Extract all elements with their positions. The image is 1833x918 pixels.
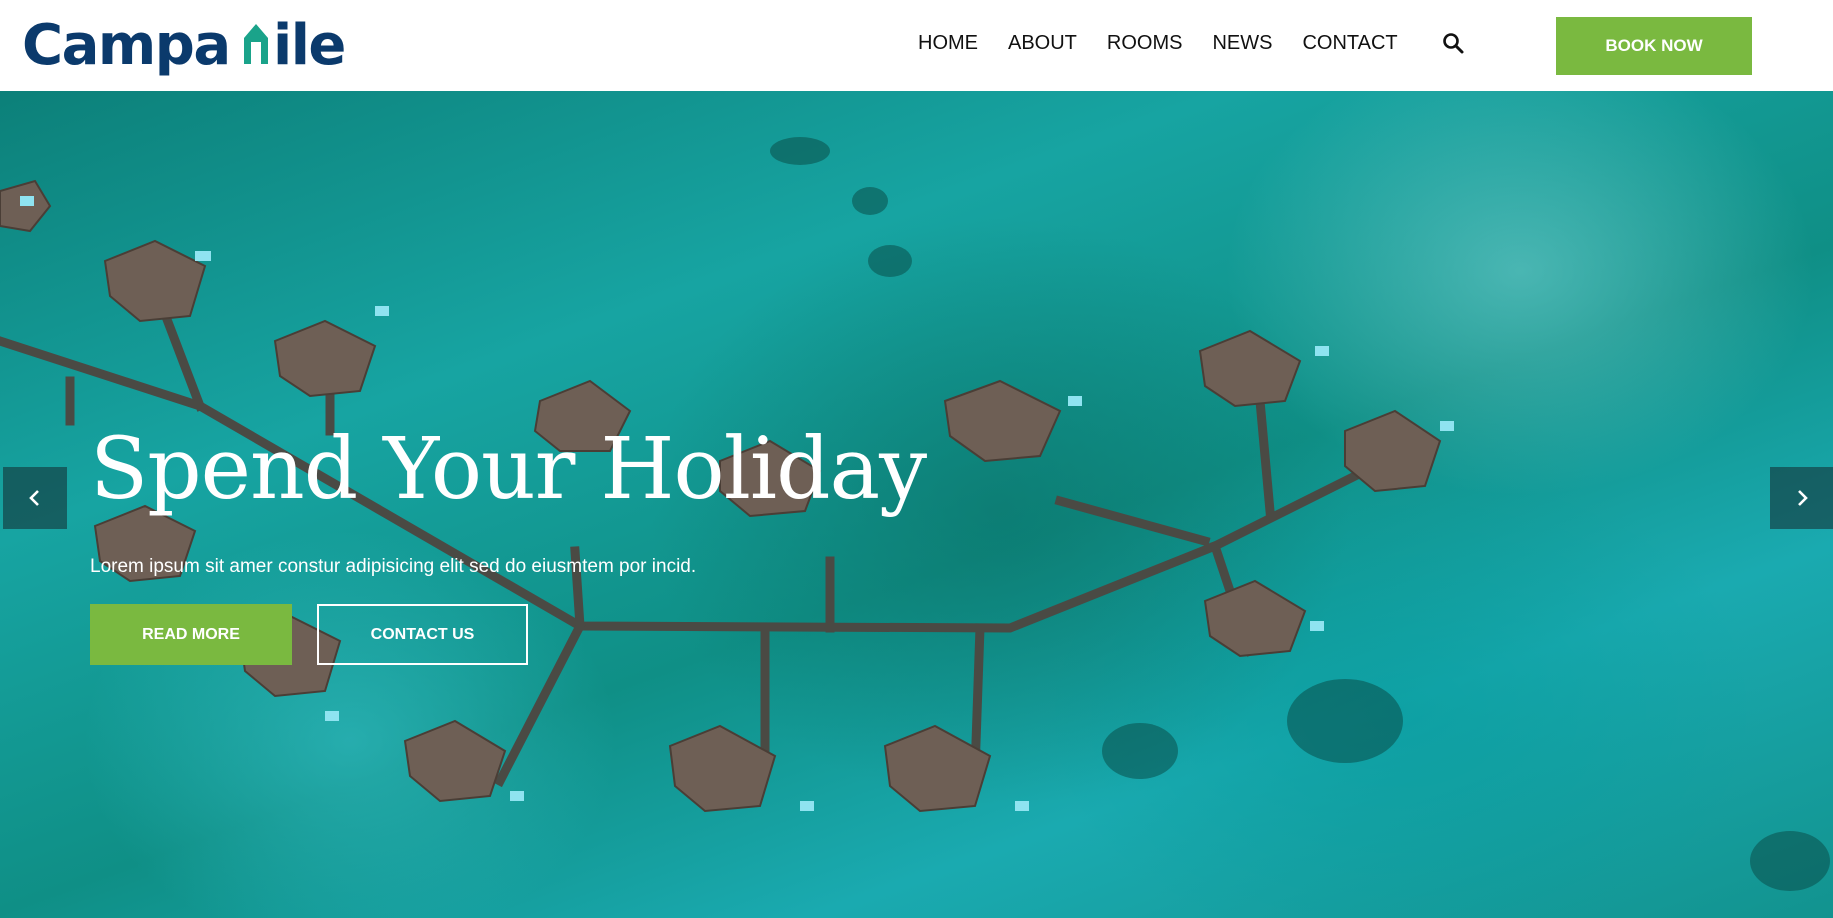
- chevron-right-icon: [1798, 490, 1808, 506]
- hero-subtitle: Lorem ipsum sit amer constur adipisicing…: [90, 556, 697, 577]
- hero-slider: Spend Your Holiday Lorem ipsum sit amer …: [0, 91, 1833, 918]
- chevron-left-icon: [29, 490, 39, 506]
- site-header: Campa ile HOME ABOUT ROOMS NEWS CONTACT …: [0, 0, 1833, 91]
- search-icon[interactable]: [1441, 31, 1465, 55]
- slider-next-button[interactable]: [1770, 467, 1833, 529]
- logo[interactable]: Campa ile: [22, 10, 352, 82]
- hero-title: Spend Your Holiday: [90, 420, 927, 519]
- main-nav: HOME ABOUT ROOMS NEWS CONTACT: [918, 30, 1428, 56]
- nav-home[interactable]: HOME: [918, 30, 978, 56]
- nav-contact[interactable]: CONTACT: [1302, 30, 1397, 56]
- nav-about[interactable]: ABOUT: [1008, 30, 1077, 56]
- read-more-button[interactable]: READ MORE: [90, 604, 292, 665]
- nav-rooms[interactable]: ROOMS: [1107, 30, 1183, 56]
- book-now-button[interactable]: BOOK NOW: [1556, 17, 1752, 75]
- contact-us-button[interactable]: CONTACT US: [317, 604, 528, 665]
- logo-mark: Campa ile: [22, 13, 346, 78]
- nav-news[interactable]: NEWS: [1212, 30, 1272, 56]
- logo-text-end: ile: [273, 13, 345, 78]
- slider-prev-button[interactable]: [3, 467, 67, 529]
- house-icon: [244, 24, 268, 64]
- logo-text-start: Campa: [22, 13, 230, 78]
